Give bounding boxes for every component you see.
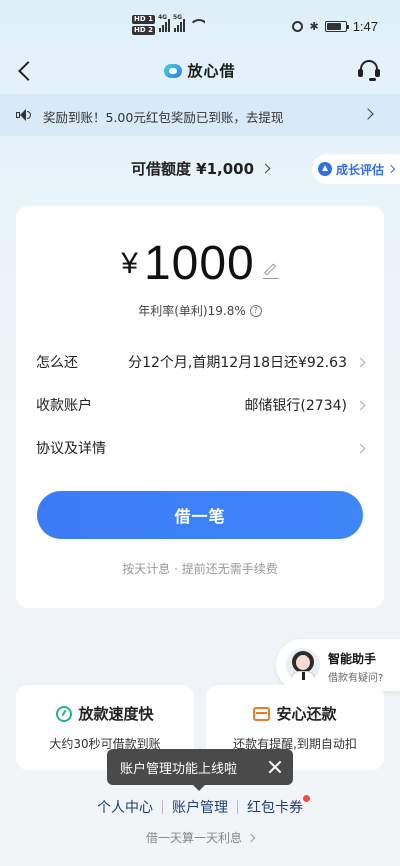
amount-display[interactable]: ¥ 1000 (16, 236, 384, 291)
assistant-title: 智能助手 (328, 652, 377, 666)
clock: 1:47 (352, 19, 378, 34)
loan-card: ¥ 1000 年利率(单利)19.8% ? 怎么还 分12个月,首期12月18日… (16, 206, 384, 608)
row-value: 邮储银行(2734) (244, 398, 347, 414)
agreement-row[interactable]: 协议及详情 (36, 436, 366, 460)
edit-icon[interactable] (262, 263, 279, 279)
chevron-right-icon (246, 833, 256, 842)
chevron-right-icon (355, 357, 366, 367)
growth-assessment-label: 成长评估 (336, 162, 385, 177)
smart-assistant[interactable]: 智能助手 借款有疑问? (276, 639, 400, 691)
growth-assessment-button[interactable]: 成长评估 (312, 154, 400, 184)
bottom-links: 个人中心 账户管理 红包卡券 (0, 795, 400, 817)
signal-icon: 5G (173, 14, 185, 32)
avatar (286, 648, 320, 682)
interest-slogan[interactable]: 借一天算一天利息 (0, 829, 400, 846)
row-label: 怎么还 (36, 355, 78, 371)
brand: 放心借 (0, 60, 400, 81)
assistant-subtitle: 借款有疑问? (328, 673, 384, 684)
interest-rate: 年利率(单利)19.8% ? (16, 302, 384, 319)
link-coupons-label: 红包卡券 (247, 800, 303, 816)
sim1-badge: HD 1 (132, 15, 155, 24)
loan-amount[interactable]: 1000 (144, 236, 255, 291)
close-icon[interactable] (268, 760, 282, 774)
signal-icon: 4G (158, 14, 170, 32)
nav-bar: 放心借 (0, 50, 400, 92)
notification-dot (303, 795, 310, 802)
chevron-right-icon (355, 443, 366, 453)
notice-text: 奖励到账！5.00元红包奖励已到账，去提现 (43, 110, 284, 125)
receiving-account-row[interactable]: 收款账户 邮储银行(2734) (36, 393, 366, 417)
network-indicators: HD 1 HD 2 4G 5G (132, 14, 205, 35)
arrow-up-icon (318, 162, 332, 176)
alarm-icon (292, 21, 304, 32)
status-bar: HD 1 HD 2 4G 5G ✱ 1:47 (0, 0, 400, 50)
row-label: 收款账户 (36, 398, 92, 414)
feature-title: 放款速度快 (78, 705, 154, 723)
battery-icon (324, 21, 349, 32)
slogan-text: 借一天算一天利息 (145, 831, 242, 845)
loan-footnote: 按天计息 · 提前还无需手续费 (122, 562, 278, 576)
row-value: 分12个月,首期12月18日还¥92.63 (128, 355, 347, 371)
wallet-icon (253, 706, 271, 721)
wifi-icon (188, 19, 205, 31)
tooltip-toast: 账户管理功能上线啦 (107, 749, 293, 791)
currency-symbol: ¥ (121, 247, 138, 280)
credit-limit-text: 可借额度 ¥1,000 (130, 160, 255, 178)
link-account-management[interactable]: 账户管理 (163, 797, 237, 817)
chevron-right-icon (355, 400, 366, 410)
chevron-right-icon (362, 108, 374, 120)
link-personal-center[interactable]: 个人中心 (88, 797, 162, 817)
speed-icon (56, 705, 73, 722)
notice-banner[interactable]: 奖励到账！5.00元红包奖励已到账，去提现 (0, 94, 400, 136)
chevron-right-icon (260, 163, 271, 174)
help-icon[interactable]: ? (249, 304, 262, 317)
chevron-right-icon (386, 164, 396, 174)
row-label: 协议及详情 (36, 441, 106, 457)
interest-rate-text: 年利率(单利)19.8% (138, 304, 246, 318)
link-coupons[interactable]: 红包卡券 (238, 795, 312, 817)
page-title: 放心借 (187, 62, 236, 80)
customer-service-icon[interactable] (358, 59, 380, 81)
sim2-badge: HD 2 (132, 26, 155, 35)
bluetooth-icon: ✱ (309, 20, 319, 33)
borrow-button[interactable]: 借一笔 (37, 491, 363, 539)
feature-title: 安心还款 (276, 705, 337, 723)
brand-logo-icon (164, 63, 183, 79)
toast-text: 账户管理功能上线啦 (120, 761, 238, 777)
repayment-plan-row[interactable]: 怎么还 分12个月,首期12月18日还¥92.63 (36, 350, 366, 374)
speaker-icon (16, 109, 31, 121)
